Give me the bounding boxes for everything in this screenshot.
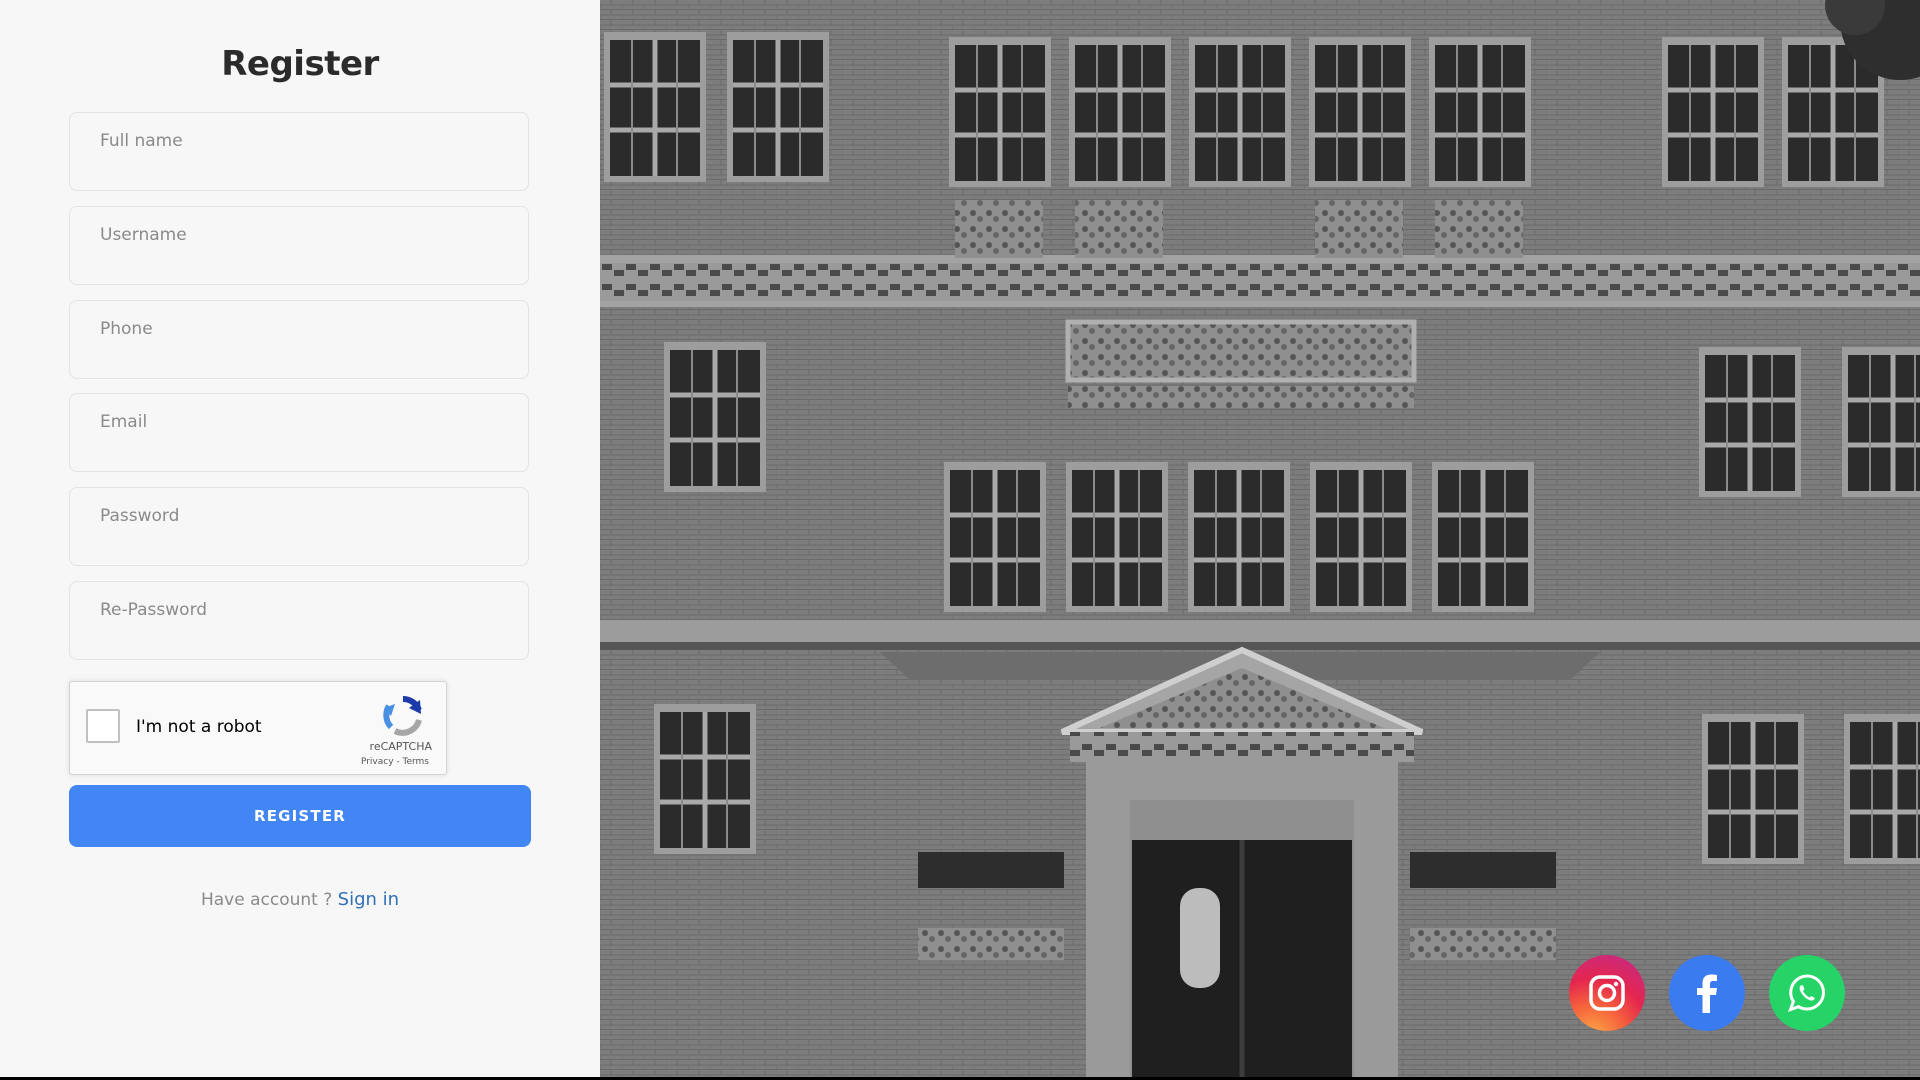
- instagram-button[interactable]: [1569, 955, 1645, 1031]
- signin-link[interactable]: Sign in: [338, 889, 399, 910]
- recaptcha-terms-link[interactable]: Privacy - Terms: [361, 757, 429, 767]
- recaptcha-label: I'm not a robot: [136, 717, 262, 737]
- full-name-field[interactable]: [69, 112, 529, 191]
- password-input[interactable]: [70, 488, 528, 565]
- hero-image: [600, 0, 1920, 1077]
- recaptcha-brand: reCAPTCHA: [369, 740, 432, 753]
- username-field[interactable]: [69, 206, 529, 285]
- building-photo: [600, 0, 1920, 1077]
- email-field[interactable]: [69, 393, 529, 472]
- register-button[interactable]: REGISTER: [69, 785, 531, 847]
- whatsapp-button[interactable]: [1769, 955, 1845, 1031]
- facebook-icon: [1697, 974, 1717, 1013]
- instagram-icon: [1589, 975, 1625, 1011]
- phone-field[interactable]: [69, 300, 529, 379]
- username-input[interactable]: [70, 207, 528, 284]
- signin-row: Have account ? Sign in: [0, 889, 600, 910]
- whatsapp-icon: [1788, 974, 1825, 1012]
- facebook-button[interactable]: [1669, 955, 1745, 1031]
- recaptcha-widget: I'm not a robot reCAPTCHA Privacy - Term…: [69, 681, 447, 775]
- full-name-input[interactable]: [70, 113, 528, 190]
- recaptcha-logo-icon: [378, 694, 428, 742]
- phone-input[interactable]: [70, 301, 528, 378]
- register-panel: Register I'm not a robot: [0, 0, 600, 1077]
- signin-prompt: Have account ?: [200, 890, 333, 910]
- re-password-input[interactable]: [70, 582, 528, 659]
- password-field[interactable]: [69, 487, 529, 566]
- page-title: Register: [221, 44, 379, 84]
- re-password-field[interactable]: [69, 581, 529, 660]
- email-input[interactable]: [70, 394, 528, 471]
- register-page: Register I'm not a robot: [0, 0, 1920, 1077]
- recaptcha-checkbox[interactable]: [86, 709, 120, 743]
